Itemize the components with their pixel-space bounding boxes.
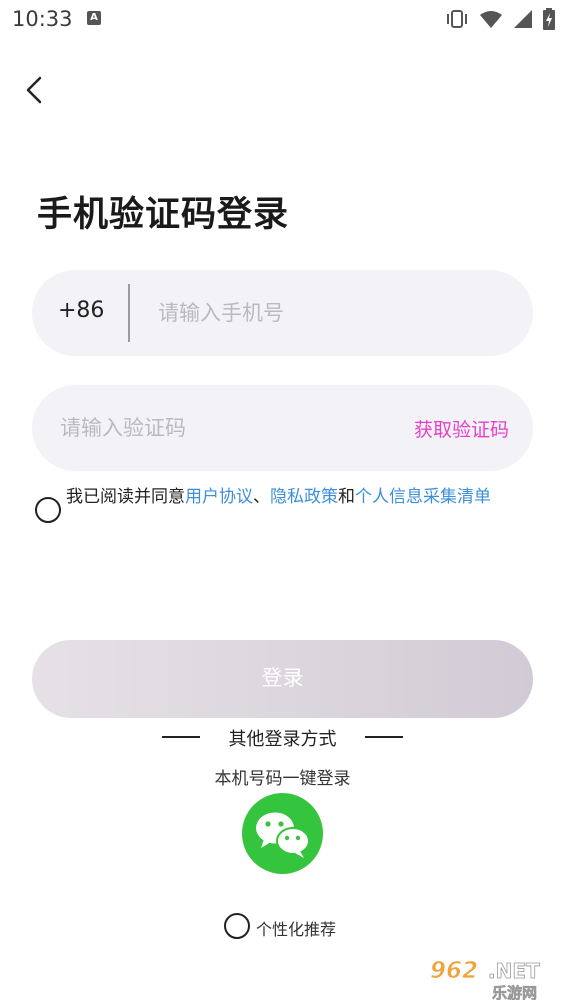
personal-info-list-link[interactable]: 个人信息采集清单 <box>355 487 491 507</box>
divider-line-right <box>365 736 403 738</box>
other-login-label: 其他登录方式 <box>228 729 337 750</box>
wifi-icon <box>480 11 502 28</box>
verification-code-input[interactable] <box>60 407 390 449</box>
notification-badge-icon: A <box>87 11 101 25</box>
country-code-selector[interactable]: +86 <box>58 298 104 323</box>
field-divider <box>128 284 130 342</box>
svg-text:962: 962 <box>430 958 478 984</box>
back-button[interactable] <box>18 70 54 110</box>
status-icons <box>445 8 555 30</box>
one-click-login-link[interactable]: 本机号码一键登录 <box>0 764 565 789</box>
agreement-checkbox[interactable] <box>35 497 61 523</box>
status-bar: 10:33 A <box>0 0 565 38</box>
phone-field: +86 <box>32 270 533 356</box>
battery-icon <box>543 8 555 30</box>
svg-text:.NET: .NET <box>488 959 540 983</box>
agreement-conjunction: 和 <box>338 487 355 507</box>
get-code-button[interactable]: 获取验证码 <box>414 415 509 442</box>
code-field: 获取验证码 <box>32 385 533 471</box>
agreement-prefix: 我已阅读并同意 <box>66 487 185 507</box>
other-login-divider: 其他登录方式 <box>162 724 403 750</box>
login-button[interactable]: 登录 <box>32 640 533 718</box>
signal-icon <box>514 10 532 28</box>
phone-input[interactable] <box>158 292 508 334</box>
watermark-logo-icon: 962 .NET 乐游网 <box>430 958 541 1003</box>
agreement-text: 我已阅读并同意用户协议、隐私政策和个人信息采集清单 <box>66 484 532 511</box>
personalized-recommendation-checkbox[interactable] <box>224 913 250 939</box>
privacy-policy-link[interactable]: 隐私政策 <box>270 487 338 507</box>
user-agreement-link[interactable]: 用户协议 <box>185 487 253 507</box>
vibrate-icon <box>447 10 467 28</box>
personalized-recommendation-label: 个性化推荐 <box>256 920 337 939</box>
agreement-separator: 、 <box>253 487 270 507</box>
watermark-logo: 962 .NET 乐游网 <box>428 954 558 1003</box>
chevron-left-icon <box>26 76 42 104</box>
status-time: 10:33 <box>12 7 73 31</box>
wechat-icon <box>256 812 310 858</box>
page-title: 手机验证码登录 <box>37 195 290 235</box>
svg-text:乐游网: 乐游网 <box>492 984 537 1000</box>
wechat-login-button[interactable] <box>242 793 323 874</box>
